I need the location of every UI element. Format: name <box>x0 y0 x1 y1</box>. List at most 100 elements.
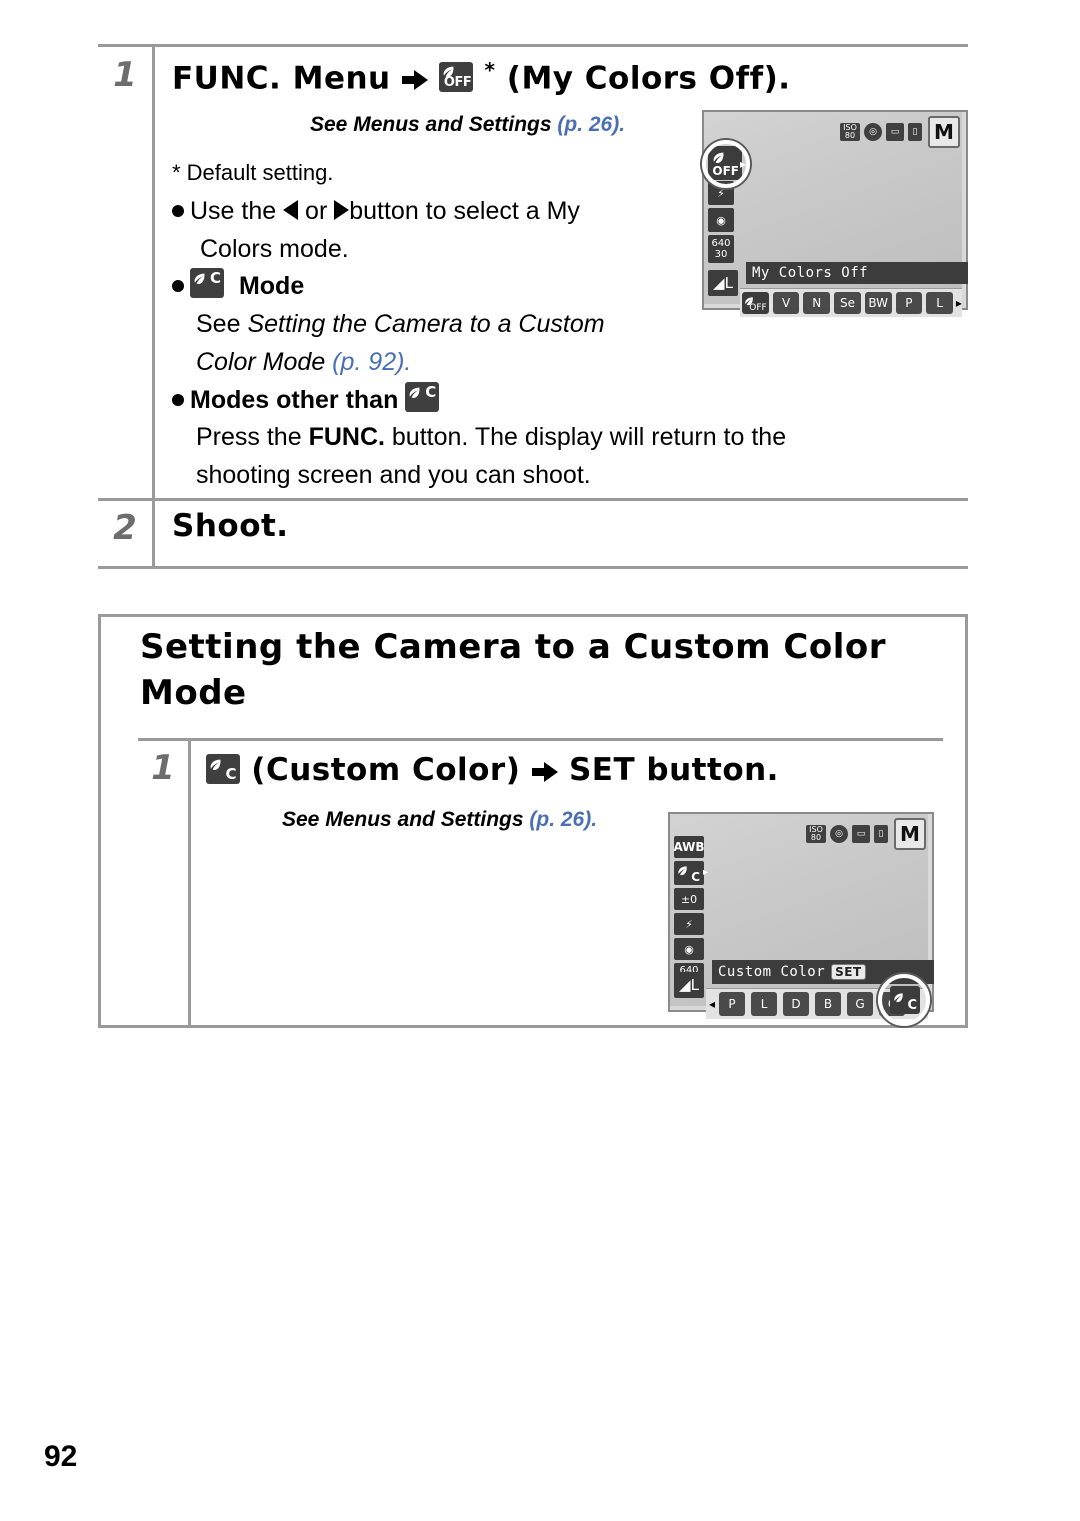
leaf-glyph-icon <box>408 386 421 399</box>
cc-label: C <box>425 383 437 401</box>
bullet2-label: Mode <box>238 272 305 300</box>
bullet2-line1-italic: Setting the Camera to a Custom <box>247 310 605 338</box>
selection-highlight-ring <box>702 140 750 188</box>
bullet3-line2: shooting screen and you can shoot. <box>196 461 591 489</box>
option-off[interactable]: OFF <box>742 292 769 314</box>
option-l[interactable]: L <box>926 292 953 314</box>
step1-title-text-a: FUNC. Menu <box>172 60 391 97</box>
mode-badge: M <box>894 818 926 850</box>
step1-top-rule <box>98 44 968 47</box>
option-bw[interactable]: BW <box>864 292 892 314</box>
page-number: 92 <box>44 1440 78 1473</box>
option-v[interactable]: V <box>772 292 800 314</box>
section-title-line2: Mode <box>140 673 247 713</box>
iso-icon: ISO 80 <box>840 123 860 141</box>
see-ref-page: (p. 26). <box>557 113 626 136</box>
bullet3-line1-b: button. The display will return to the <box>384 423 787 451</box>
step1-bullet-3-body: Press the FUNC. button. The display will… <box>196 418 916 494</box>
right-arrow-icon <box>334 200 350 220</box>
step1-default-note: * Default setting. <box>172 160 334 185</box>
frame-icon: ▭ <box>852 825 870 843</box>
white-balance-icon: ◎ <box>864 123 882 141</box>
metering-icon[interactable]: ◉ <box>708 208 734 232</box>
bullet-dot-icon <box>172 394 184 406</box>
step1-asterisk: * <box>484 58 496 82</box>
step1-bullet-2-header: C Mode <box>172 267 304 305</box>
arrow-right-icon <box>401 70 428 91</box>
bullet3-func-bold: FUNC. <box>308 423 385 451</box>
section-step-title-b: SET <box>568 752 636 788</box>
option-b[interactable]: B <box>815 992 842 1016</box>
bullet1-text-d: Colors mode. <box>200 235 349 263</box>
bullet3-line1-a: Press the <box>196 423 309 451</box>
lcd-screenshot-bottom: ISO80 ◎ ▭ ▯ M AWB C ▸ ±0 ⚡ ◉ 64030 ◢L Cu… <box>668 812 934 1026</box>
section-title: Setting the Camera to a Custom Color Mod… <box>140 624 940 716</box>
bullet2-line2-page: (p. 92). <box>332 348 412 376</box>
step1-title-text-b: (My Colors Off). <box>506 60 791 97</box>
custom-color-icon: C <box>206 754 240 784</box>
resolution-icon[interactable]: 64030 <box>708 235 734 263</box>
step1-number: 1 <box>113 55 137 95</box>
bullet1-text-b: or <box>298 197 335 225</box>
image-quality-icon[interactable]: ◢L <box>674 972 704 998</box>
status-label: Custom Color <box>718 964 826 980</box>
custom-color-icon[interactable]: C ▸ <box>674 861 708 885</box>
option-l[interactable]: L <box>751 992 778 1016</box>
step1-left-divider <box>152 44 155 499</box>
section-step-see-ref: See Menus and Settings (p. 26). <box>282 808 597 832</box>
section-step-number: 1 <box>151 748 175 788</box>
lcd-status-strip: My Colors Off <box>746 262 968 284</box>
option-p[interactable]: P <box>719 992 746 1016</box>
step1-title: FUNC. Menu OFF * (My Colors Off). <box>172 58 791 96</box>
bullet3-label: Modes other than <box>190 386 406 414</box>
battery-icon: ▯ <box>908 123 922 141</box>
step1-bullet-3-header: Modes other than C <box>172 381 440 419</box>
bullet-dot-icon <box>172 205 184 217</box>
lcd-screenshot-top: ISO 80 ◎ ▭ ▯ M ⚡ ◉ 640 30 OFF ▸ ◢L My Colo… <box>702 110 968 317</box>
see-ref-text: See Menus and Settings <box>310 113 558 136</box>
manual-page: 1 FUNC. Menu OFF * (My Colors Off). See … <box>0 0 1080 1521</box>
section-step-title: C (Custom Color) SET button. <box>206 752 779 788</box>
option-d[interactable]: D <box>783 992 810 1016</box>
option-se[interactable]: Se <box>834 292 861 314</box>
image-quality-icon[interactable]: ◢L <box>708 270 738 296</box>
step2-left-divider <box>152 498 155 568</box>
lcd-top-icon-bar: ISO 80 ◎ ▭ ▯ M <box>840 116 960 148</box>
iso-icon: ISO 80 <box>806 825 826 843</box>
metering-icon[interactable]: ◉ <box>674 938 704 960</box>
exposure-icon[interactable]: ±0 <box>674 888 704 910</box>
cc-label: C <box>225 765 237 783</box>
leaf-glyph-icon <box>209 758 222 771</box>
option-p[interactable]: P <box>895 292 923 314</box>
my-colors-off-icon: OFF <box>439 62 474 93</box>
set-badge: SET <box>831 964 866 980</box>
see-ref-text: See Menus and Settings <box>282 808 530 831</box>
custom-color-icon: C <box>405 382 440 412</box>
lcd-left-icon-column: AWB C ▸ ±0 ⚡ ◉ 64030 <box>673 836 708 989</box>
option-g[interactable]: G <box>847 992 874 1016</box>
arrow-right-icon <box>531 762 558 782</box>
step2-bottom-rule <box>98 566 968 569</box>
chevron-right-icon[interactable]: ▸ <box>956 296 962 310</box>
awb-icon[interactable]: AWB <box>673 836 705 858</box>
status-label: My Colors Off <box>752 265 869 281</box>
step1-bullet-1: Use the or button to select a My Colors … <box>172 192 692 268</box>
option-n[interactable]: N <box>803 292 831 314</box>
mode-badge: M <box>928 116 960 148</box>
step2-title: Shoot. <box>172 508 289 544</box>
left-arrow-icon <box>283 200 299 220</box>
bullet1-text-c: button to select a My <box>349 197 580 225</box>
section-step-title-c: button. <box>646 752 779 788</box>
lcd-option-strip: OFF V N Se BW P L ▸ <box>740 288 962 317</box>
section-step-title-a: (Custom Color) <box>251 752 521 788</box>
custom-color-selected-icon[interactable]: C <box>890 986 920 1014</box>
leaf-glyph-icon <box>193 272 206 285</box>
chevron-right-icon: ▸ <box>702 867 708 878</box>
step2-number: 2 <box>113 508 137 548</box>
custom-color-icon: C <box>190 268 224 298</box>
bullet2-line2-italic: Color Mode <box>196 348 333 376</box>
step2-top-rule <box>98 498 968 501</box>
chevron-left-icon[interactable]: ◂ <box>709 997 715 1011</box>
section-step-rule <box>138 738 943 741</box>
flash-icon[interactable]: ⚡ <box>674 913 704 935</box>
